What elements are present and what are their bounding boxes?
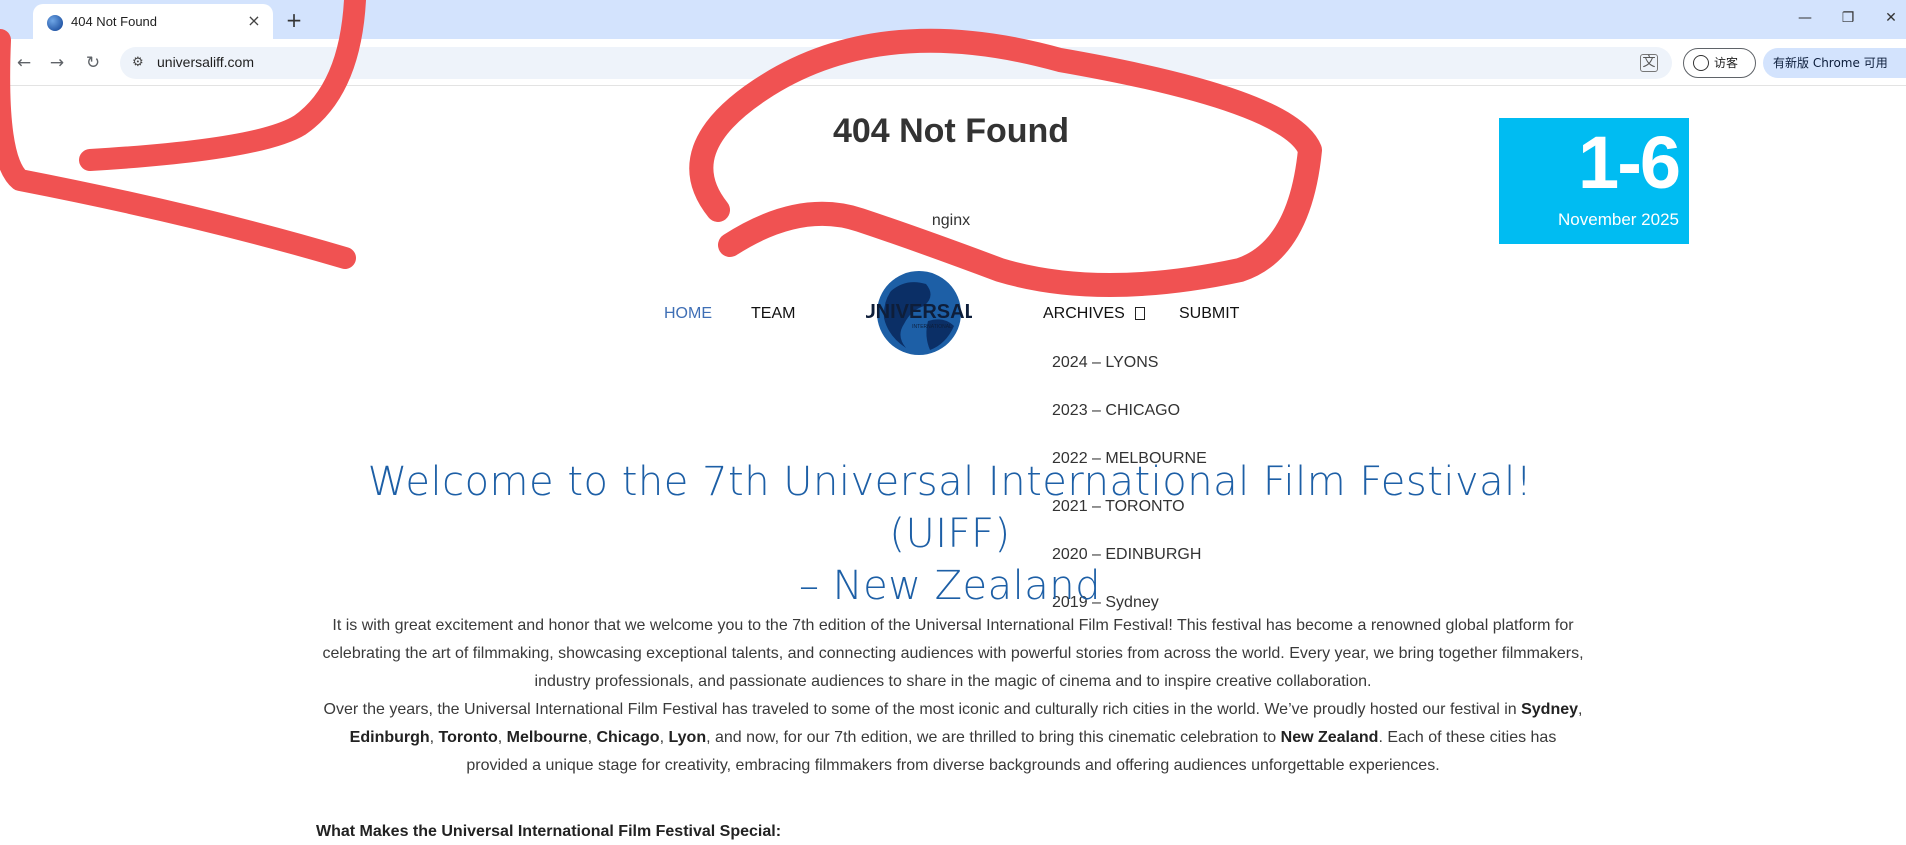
profile-button[interactable]: 访客 [1683,48,1756,78]
tab-title: 404 Not Found [71,14,158,29]
intro-paragraph-2: Over the years, the Universal Internatio… [318,696,1588,780]
section-heading: What Makes the Universal International F… [316,823,782,840]
globe-logo-icon: UNIVERSAL INTERNATIONAL [861,271,977,355]
archive-item-2023[interactable]: 2023 – CHICAGO [1052,402,1180,420]
country-new-zealand: New Zealand [1280,729,1379,746]
welcome-heading: Welcome to the 7th Universal Internation… [330,456,1570,612]
city-sydney: Sydney [1521,701,1579,718]
translate-icon[interactable]: 文 [1640,54,1658,72]
nav-team[interactable]: TEAM [751,305,795,323]
back-icon[interactable]: ← [12,51,36,75]
new-tab-button[interactable]: + [282,8,306,32]
globe-favicon-icon [47,15,63,31]
nav-home[interactable]: HOME [664,305,712,323]
chevron-down-icon [1134,307,1145,321]
browser-tab-bar: 404 Not Found × + — ❐ ✕ [0,0,1906,39]
intro-paragraph-1: It is with great excitement and honor th… [322,617,1584,690]
archive-item-2024[interactable]: 2024 – LYONS [1052,354,1158,372]
reload-icon[interactable]: ↻ [81,51,105,75]
close-window-icon[interactable]: ✕ [1876,6,1906,30]
nav-archives[interactable]: ARCHIVES [1043,305,1145,323]
profile-label: 访客 [1714,56,1739,70]
city-chicago: Chicago [596,729,660,746]
browser-toolbar: ← → ↻ ⚙ universaliff.com 文 访客 有新版 Chrome… [0,39,1906,86]
address-bar[interactable]: ⚙ universaliff.com 文 [120,47,1672,79]
nav-archives-label: ARCHIVES [1043,305,1125,322]
restore-icon[interactable]: ❐ [1833,6,1863,30]
forward-icon[interactable]: → [45,51,69,75]
comma: , [497,729,507,746]
comma: , [1578,701,1583,718]
festival-date-badge: 1-6 November 2025 [1499,118,1689,244]
chrome-update-button[interactable]: 有新版 Chrome 可用 [1763,48,1906,78]
city-lyon: Lyon [668,729,707,746]
welcome-line-1: Welcome to the 7th Universal Internation… [367,459,1533,557]
intro-p2-mid: , and now, for our 7th edition, we are t… [706,729,1281,746]
city-melbourne: Melbourne [506,729,588,746]
nav-submit[interactable]: SUBMIT [1179,305,1239,323]
date-days: 1-6 [1578,121,1681,204]
update-label: 有新版 Chrome 可用 [1773,56,1888,70]
profile-icon [1693,55,1709,71]
close-tab-icon[interactable]: × [245,12,263,30]
site-settings-icon[interactable]: ⚙ [132,55,148,71]
welcome-line-2: – New Zealand [798,563,1102,609]
date-month: November 2025 [1558,210,1679,229]
minimize-icon[interactable]: — [1790,6,1820,30]
browser-tab[interactable]: 404 Not Found × [33,4,273,39]
city-toronto: Toronto [438,729,498,746]
logo-text: UNIVERSAL [866,301,972,323]
festival-logo[interactable]: UNIVERSAL INTERNATIONAL [861,266,977,360]
city-edinburgh: Edinburgh [349,729,430,746]
comma: , [429,729,439,746]
url-text[interactable]: universaliff.com [157,54,254,70]
logo-subtext: INTERNATIONAL [912,324,952,330]
intro-p2-start: Over the years, the Universal Internatio… [323,701,1522,718]
